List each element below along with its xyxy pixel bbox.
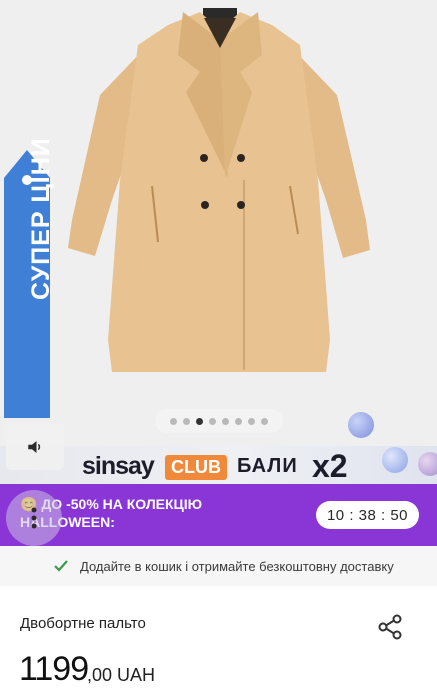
carousel-pagination[interactable] bbox=[155, 409, 283, 433]
check-icon bbox=[54, 560, 68, 572]
carousel-dot[interactable] bbox=[261, 417, 268, 425]
price-fraction-currency: ,00 UAH bbox=[87, 665, 156, 685]
sound-toggle-button[interactable] bbox=[6, 424, 64, 470]
super-prices-label: СУПЕР ЦІНИ bbox=[27, 137, 55, 300]
carousel-dot-active[interactable] bbox=[196, 417, 203, 425]
more-options-button[interactable] bbox=[6, 490, 62, 546]
countdown-timer: 10 : 38 : 50 bbox=[316, 501, 419, 529]
carousel-dot[interactable] bbox=[248, 417, 255, 425]
decorative-ball bbox=[418, 452, 437, 476]
points-multiplier: x2 bbox=[312, 448, 348, 484]
share-icon[interactable] bbox=[375, 612, 405, 642]
promo-line-1: ДО -50% НА КОЛЕКЦІЮ bbox=[41, 496, 203, 512]
speaker-icon bbox=[28, 441, 41, 453]
sinsay-logo: sinsay bbox=[82, 452, 155, 480]
product-title: Двобортне пальто bbox=[20, 615, 146, 632]
club-badge: CLUB bbox=[165, 455, 227, 480]
free-shipping-text: Додайте в кошик і отримайте безкоштовну … bbox=[80, 559, 394, 574]
product-image-carousel[interactable]: СУПЕР ЦІНИ bbox=[0, 0, 437, 446]
decorative-ball bbox=[382, 447, 408, 473]
coat-image bbox=[68, 8, 370, 372]
decorative-ball bbox=[348, 412, 374, 438]
carousel-dot[interactable] bbox=[209, 417, 216, 425]
more-vertical-icon bbox=[31, 507, 37, 529]
points-label: БАЛИ bbox=[237, 455, 298, 477]
carousel-dot[interactable] bbox=[170, 417, 177, 425]
carousel-dot[interactable] bbox=[235, 417, 242, 425]
price-whole: 1199 bbox=[19, 650, 89, 688]
carousel-dot[interactable] bbox=[222, 417, 229, 425]
carousel-dot[interactable] bbox=[183, 417, 190, 425]
